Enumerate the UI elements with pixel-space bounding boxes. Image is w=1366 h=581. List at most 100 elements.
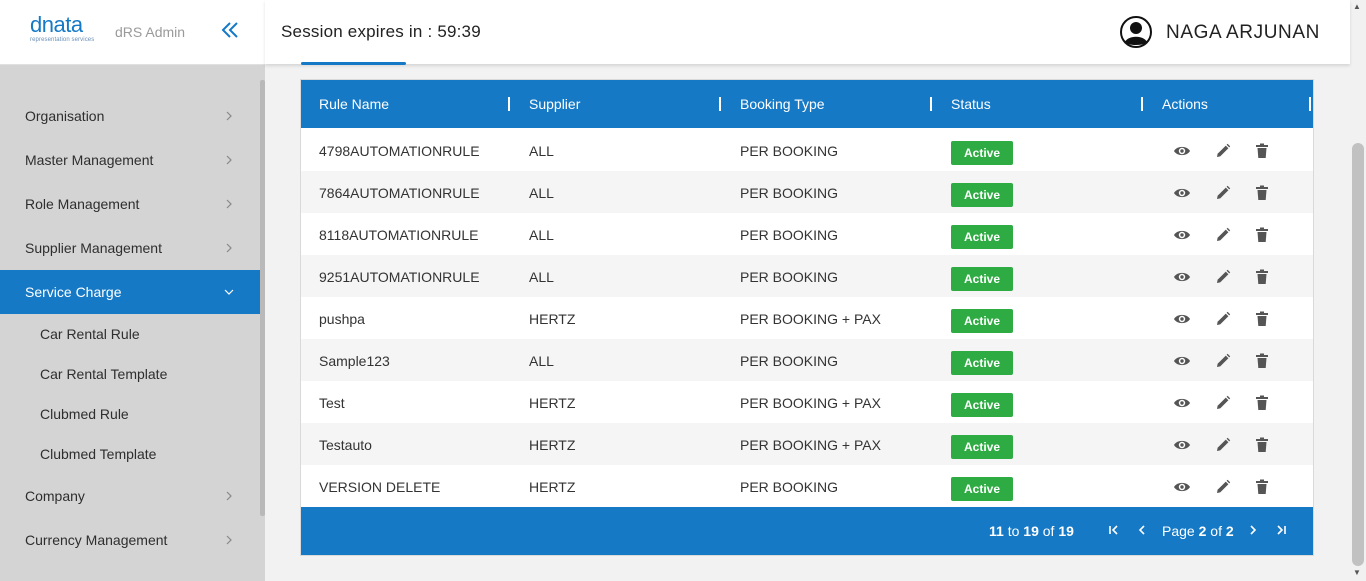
delete-icon[interactable]	[1253, 394, 1271, 412]
sidebar-item-currency-management[interactable]: Currency Management	[0, 518, 260, 562]
sidebar-item-service-charge[interactable]: Service Charge	[0, 270, 260, 314]
sidebar-menu: Organisation Master Management Role Mana…	[0, 94, 260, 562]
table-row[interactable]: pushpa HERTZ PER BOOKING + PAX Active	[301, 297, 1313, 339]
column-resize-handle[interactable]	[930, 97, 932, 111]
view-icon[interactable]	[1173, 394, 1191, 412]
user-avatar-icon[interactable]	[1120, 16, 1152, 48]
view-icon[interactable]	[1173, 436, 1191, 454]
booking-type-cell: PER BOOKING	[740, 269, 839, 285]
delete-icon[interactable]	[1253, 436, 1271, 454]
column-resize-handle[interactable]	[719, 97, 721, 111]
dnata-logo[interactable]: dnata representation services	[30, 14, 94, 44]
page-current: 2	[1198, 523, 1207, 539]
supplier-cell: ALL	[529, 185, 554, 201]
first-page-icon[interactable]	[1106, 522, 1122, 538]
page-of-word: of	[1210, 523, 1222, 539]
status-badge: Active	[951, 477, 1013, 501]
table-row[interactable]: VERSION DELETE HERTZ PER BOOKING Active	[301, 465, 1313, 507]
edit-icon[interactable]	[1214, 226, 1232, 244]
delete-icon[interactable]	[1253, 184, 1271, 202]
sidebar-item-company[interactable]: Company	[0, 474, 260, 518]
sidebar-item-label: Company	[25, 488, 85, 504]
edit-icon[interactable]	[1214, 394, 1232, 412]
sidebar-item-label: Role Management	[25, 196, 140, 212]
table-row[interactable]: Test HERTZ PER BOOKING + PAX Active	[301, 381, 1313, 423]
view-icon[interactable]	[1173, 142, 1191, 160]
edit-icon[interactable]	[1214, 436, 1232, 454]
sidebar-subitem-clubmed-template[interactable]: Clubmed Template	[0, 434, 260, 474]
sidebar-item-master-management[interactable]: Master Management	[0, 138, 260, 182]
page-scrollbar-thumb[interactable]	[1352, 143, 1364, 566]
column-resize-handle[interactable]	[1309, 97, 1311, 111]
sidebar-item-supplier-management[interactable]: Supplier Management	[0, 226, 260, 270]
view-icon[interactable]	[1173, 352, 1191, 370]
booking-type-cell: PER BOOKING + PAX	[740, 437, 881, 453]
scroll-up-arrow-icon[interactable]: ▲	[1353, 2, 1361, 11]
delete-icon[interactable]	[1253, 352, 1271, 370]
column-resize-handle[interactable]	[508, 97, 510, 111]
pagination-range: 11 to 19 of 19	[989, 523, 1074, 539]
view-icon[interactable]	[1173, 268, 1191, 286]
edit-icon[interactable]	[1214, 478, 1232, 496]
column-header-actions: Actions	[1162, 96, 1208, 112]
status-badge: Active	[951, 267, 1013, 291]
sidebar-subitem-clubmed-rule[interactable]: Clubmed Rule	[0, 394, 260, 434]
sidebar-item-organisation[interactable]: Organisation	[0, 94, 260, 138]
view-icon[interactable]	[1173, 184, 1191, 202]
view-icon[interactable]	[1173, 226, 1191, 244]
column-header-status[interactable]: Status	[951, 96, 991, 112]
next-page-icon[interactable]	[1245, 522, 1261, 538]
column-header-supplier[interactable]: Supplier	[529, 96, 580, 112]
table-row[interactable]: 8118AUTOMATIONRULE ALL PER BOOKING Active	[301, 213, 1313, 255]
edit-icon[interactable]	[1214, 310, 1232, 328]
edit-icon[interactable]	[1214, 184, 1232, 202]
rule-name-cell: pushpa	[319, 311, 365, 327]
top-header: Session expires in : 59:39 NAGA ARJUNAN	[265, 0, 1350, 64]
edit-icon[interactable]	[1214, 142, 1232, 160]
range-total: 19	[1058, 523, 1074, 539]
sidebar-subitem-car-rental-template[interactable]: Car Rental Template	[0, 354, 260, 394]
table-row[interactable]: Testauto HERTZ PER BOOKING + PAX Active	[301, 423, 1313, 465]
status-badge: Active	[951, 393, 1013, 417]
table-row[interactable]: 7864AUTOMATIONRULE ALL PER BOOKING Active	[301, 171, 1313, 213]
delete-icon[interactable]	[1253, 142, 1271, 160]
supplier-cell: ALL	[529, 143, 554, 159]
user-name[interactable]: NAGA ARJUNAN	[1166, 22, 1320, 44]
rule-name-cell: Testauto	[319, 437, 372, 453]
delete-icon[interactable]	[1253, 226, 1271, 244]
sidebar-item-label: Currency Management	[25, 532, 168, 548]
booking-type-cell: PER BOOKING	[740, 227, 839, 243]
table-row[interactable]: 4798AUTOMATIONRULE ALL PER BOOKING Active	[301, 129, 1313, 171]
previous-page-icon[interactable]	[1134, 522, 1150, 538]
app-name: dRS Admin	[115, 24, 186, 40]
view-icon[interactable]	[1173, 478, 1191, 496]
column-resize-handle[interactable]	[1141, 97, 1143, 111]
delete-icon[interactable]	[1253, 478, 1271, 496]
edit-icon[interactable]	[1214, 268, 1232, 286]
view-icon[interactable]	[1173, 310, 1191, 328]
rule-name-cell: 9251AUTOMATIONRULE	[319, 269, 480, 285]
table-row[interactable]: 9251AUTOMATIONRULE ALL PER BOOKING Active	[301, 255, 1313, 297]
status-badge: Active	[951, 183, 1013, 207]
sidebar-scrollbar[interactable]	[260, 80, 265, 516]
column-header-booking-type[interactable]: Booking Type	[740, 96, 825, 112]
delete-icon[interactable]	[1253, 268, 1271, 286]
chevron-down-icon	[223, 286, 235, 298]
rule-name-cell: Sample123	[319, 353, 390, 369]
table-row[interactable]: Sample123 ALL PER BOOKING Active	[301, 339, 1313, 381]
delete-icon[interactable]	[1253, 310, 1271, 328]
collapse-sidebar-icon[interactable]	[218, 18, 242, 42]
rule-name-cell: 4798AUTOMATIONRULE	[319, 143, 480, 159]
booking-type-cell: PER BOOKING	[740, 479, 839, 495]
sidebar-subitem-car-rental-rule[interactable]: Car Rental Rule	[0, 314, 260, 354]
chevron-right-icon	[223, 534, 235, 546]
column-header-rule-name[interactable]: Rule Name	[319, 96, 389, 112]
last-page-icon[interactable]	[1273, 522, 1289, 538]
status-badge: Active	[951, 141, 1013, 165]
booking-type-cell: PER BOOKING	[740, 185, 839, 201]
sidebar-item-role-management[interactable]: Role Management	[0, 182, 260, 226]
edit-icon[interactable]	[1214, 352, 1232, 370]
rule-name-cell: VERSION DELETE	[319, 479, 441, 495]
status-badge: Active	[951, 351, 1013, 375]
scroll-down-arrow-icon[interactable]: ▼	[1353, 568, 1361, 577]
